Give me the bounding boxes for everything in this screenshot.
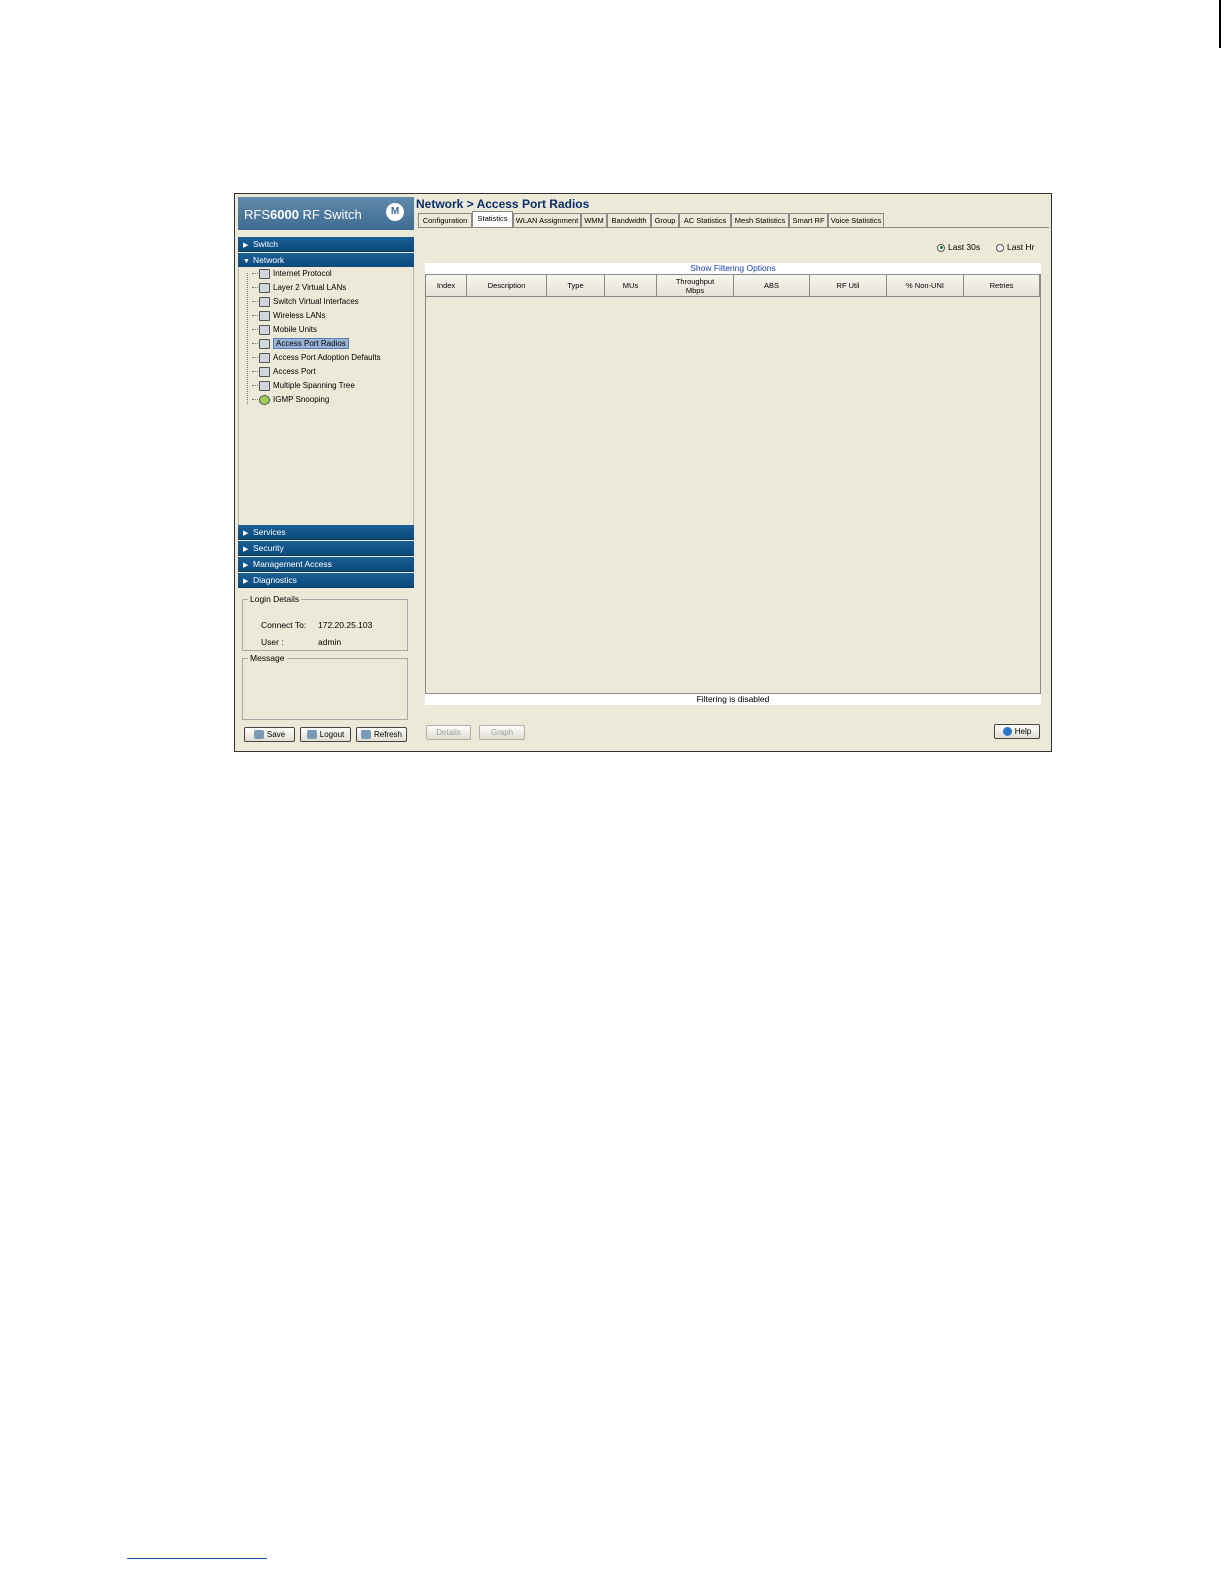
chevron-right-icon: ▶ [243, 530, 249, 537]
tab-voice-statistics[interactable]: Voice Statistics [828, 213, 884, 227]
tree-item-layer2-vlans[interactable]: Layer 2 Virtual LANs [252, 281, 346, 294]
nav-section-switch[interactable]: ▶ Switch [238, 237, 414, 252]
column-index[interactable]: Index [426, 275, 467, 297]
network-tree: Internet Protocol Layer 2 Virtual LANs S… [238, 267, 414, 525]
chevron-right-icon: ▶ [243, 242, 249, 249]
tree-item-igmp-snooping[interactable]: IGMP Snooping [252, 393, 329, 406]
motorola-logo-icon: M [386, 203, 404, 221]
mobile-unit-icon [259, 324, 270, 335]
nav-section-network[interactable]: ▼ Network [238, 253, 414, 268]
column-description[interactable]: Description [467, 275, 547, 297]
tree-item-access-port-radios[interactable]: Access Port Radios [252, 337, 349, 350]
logout-icon [306, 730, 317, 740]
message-title: Message [248, 653, 287, 663]
tab-statistics[interactable]: Statistics [472, 211, 513, 227]
tab-configuration[interactable]: Configuration [418, 213, 472, 227]
brand-title: RFS6000 RF Switch [244, 207, 362, 222]
logout-button[interactable]: Logout [300, 727, 351, 742]
radio-last-30s[interactable]: Last 30s [937, 242, 980, 252]
filter-status: Filtering is disabled [425, 694, 1041, 705]
tree-item-wireless-lans[interactable]: Wireless LANs [252, 309, 325, 322]
left-pane: RFS6000 RF Switch M ▶ Switch ▼ Network Int… [238, 197, 414, 748]
save-button[interactable]: Save [244, 727, 295, 742]
column-retries[interactable]: Retries [964, 275, 1040, 297]
footnote-rule [127, 1558, 267, 1559]
column-throughput[interactable]: Throughput Mbps [657, 275, 734, 297]
chevron-right-icon: ▶ [243, 562, 249, 569]
column-abs[interactable]: ABS [734, 275, 810, 297]
page-title: Network > Access Port Radios [416, 197, 590, 211]
save-icon [253, 730, 264, 740]
adoption-icon [259, 352, 270, 363]
user-label: User : [261, 637, 284, 647]
tree-item-access-port-adoption-defaults[interactable]: Access Port Adoption Defaults [252, 351, 381, 364]
right-pane: Network > Access Port Radios Configurati… [416, 197, 1049, 748]
radio-selected-icon [937, 243, 945, 252]
chevron-right-icon: ▶ [243, 578, 249, 585]
table-header: Index Description Type MUs Throughput Mb… [426, 275, 1040, 298]
nav-section-security[interactable]: ▶ Security [238, 541, 414, 556]
page-margin-bar [1219, 0, 1221, 48]
help-button[interactable]: Help [994, 724, 1040, 739]
igmp-icon [259, 394, 270, 405]
column-type[interactable]: Type [547, 275, 605, 297]
tab-group[interactable]: Group [651, 213, 679, 227]
tree-guide-line [247, 273, 248, 404]
tree-item-internet-protocol[interactable]: Internet Protocol [252, 267, 332, 280]
wireless-icon [259, 310, 270, 321]
radio-unselected-icon [996, 243, 1004, 252]
brand-header: RFS6000 RF Switch M [238, 197, 414, 230]
details-button[interactable]: Details [426, 725, 471, 740]
message-box: Message [242, 653, 408, 720]
column-rf-util[interactable]: RF Util [810, 275, 887, 297]
chevron-right-icon: ▶ [243, 546, 249, 553]
network-icon [259, 268, 270, 279]
tree-item-switch-virtual-interfaces[interactable]: Switch Virtual Interfaces [252, 295, 359, 308]
user-value: admin [318, 637, 342, 647]
connect-to-value: 172.20.25.103 [318, 620, 373, 630]
nav-section-management-access[interactable]: ▶ Management Access [238, 557, 414, 572]
tab-wmm[interactable]: WMM [581, 213, 607, 227]
nav-section-services[interactable]: ▶ Services [238, 525, 414, 540]
tree-item-mobile-units[interactable]: Mobile Units [252, 323, 317, 336]
help-icon [1002, 727, 1012, 737]
refresh-icon [360, 730, 371, 740]
access-port-icon [259, 366, 270, 377]
tab-smart-rf[interactable]: Smart RF [789, 213, 828, 227]
tab-underline [418, 227, 1049, 228]
antenna-icon [259, 338, 270, 349]
tab-ac-statistics[interactable]: AC Statistics [679, 213, 731, 227]
login-details-box: Login Details Connect To: 172.20.25.103 … [242, 594, 408, 651]
tab-bandwidth[interactable]: Bandwidth [607, 213, 651, 227]
tree-item-access-port[interactable]: Access Port [252, 365, 316, 378]
tab-mesh-statistics[interactable]: Mesh Statistics [731, 213, 789, 227]
statistics-table: Index Description Type MUs Throughput Mb… [425, 274, 1041, 694]
column-mus[interactable]: MUs [605, 275, 657, 297]
show-filtering-options-link[interactable]: Show Filtering Options [425, 263, 1041, 274]
app-window: RFS6000 RF Switch M ▶ Switch ▼ Network Int… [234, 193, 1052, 752]
connect-to-label: Connect To: [261, 620, 307, 630]
vlan-icon [259, 282, 270, 293]
interface-icon [259, 296, 270, 307]
column-non-uni[interactable]: % Non-UNI [887, 275, 964, 297]
refresh-button[interactable]: Refresh [356, 727, 407, 742]
login-details-title: Login Details [248, 594, 302, 604]
spanning-tree-icon [259, 380, 270, 391]
radio-last-hr[interactable]: Last Hr [996, 242, 1034, 252]
tab-wlan-assignment[interactable]: WLAN Assignment [513, 213, 581, 227]
tree-item-multiple-spanning-tree[interactable]: Multiple Spanning Tree [252, 379, 355, 392]
graph-button[interactable]: Graph [479, 725, 525, 740]
nav-section-diagnostics[interactable]: ▶ Diagnostics [238, 573, 414, 588]
